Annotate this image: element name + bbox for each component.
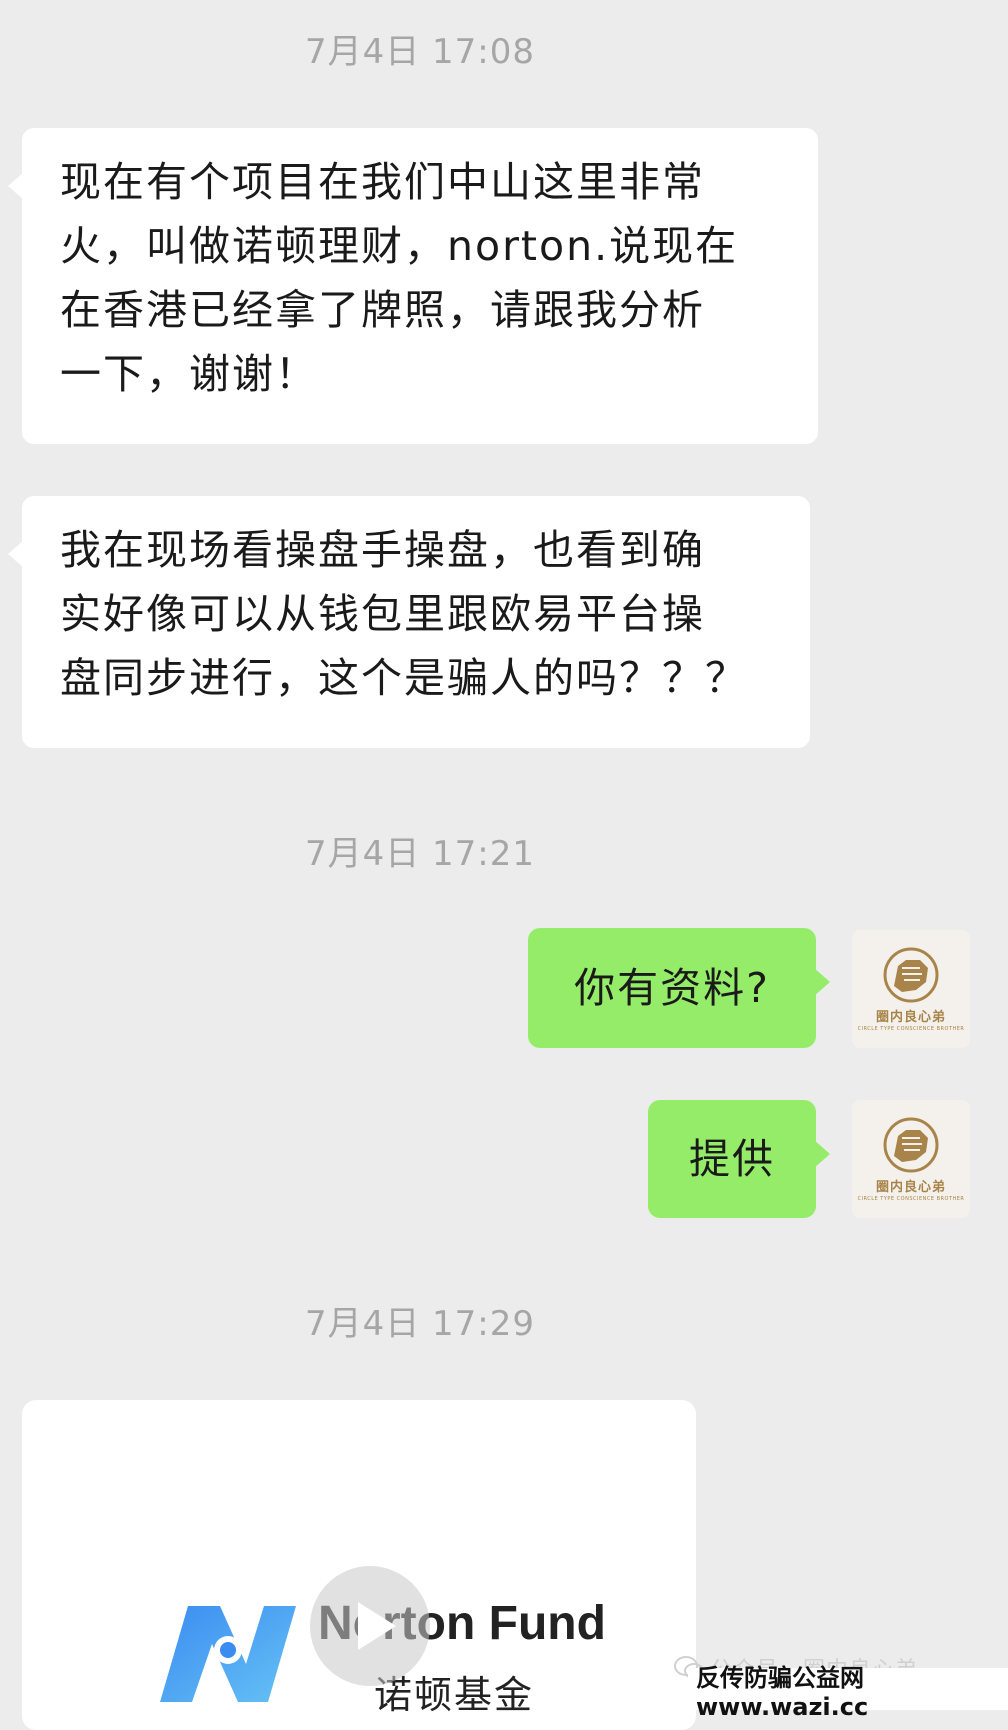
message-line: 火，叫做诺顿理财，norton.说现在 [60, 222, 739, 270]
avatar[interactable]: 圈内良心弟 CIRCLE TYPE CONSCIENCE BROTHER [852, 930, 970, 1048]
raised-fist-logo-icon [883, 947, 939, 1003]
norton-fund-logo-icon [160, 1606, 296, 1702]
bubble-tail [8, 172, 24, 200]
timestamp: 7月4日 17:21 [304, 834, 536, 874]
bubble-tail [814, 1140, 830, 1168]
video-message-card[interactable]: Norton Fund 诺顿基金 [22, 1400, 696, 1730]
avatar-subtitle: CIRCLE TYPE CONSCIENCE BROTHER [857, 1026, 965, 1032]
message-text: 提供 [689, 1135, 775, 1183]
timestamp: 7月4日 17:08 [304, 32, 536, 72]
outgoing-message-bubble[interactable]: 你有资料? [528, 928, 830, 1048]
play-icon [358, 1602, 396, 1650]
message-line: 盘同步进行，这个是骗人的吗？？？ [60, 654, 748, 702]
message-line: 我在现场看操盘手操盘，也看到确 [60, 526, 705, 574]
message-text: 你有资料? [574, 964, 770, 1012]
timestamp: 7月4日 17:29 [304, 1304, 536, 1344]
play-button[interactable] [310, 1566, 430, 1686]
avatar-name: 圈内良心弟 [875, 1010, 946, 1025]
message-line: 现在有个项目在我们中山这里非常 [60, 158, 705, 206]
avatar-name: 圈内良心弟 [875, 1180, 946, 1195]
avatar-subtitle: CIRCLE TYPE CONSCIENCE BROTHER [857, 1196, 965, 1202]
message-line: 在香港已经拿了牌照，请跟我分析 [60, 286, 705, 334]
bubble-tail [8, 540, 24, 568]
incoming-message-bubble[interactable]: 我在现场看操盘手操盘，也看到确 实好像可以从钱包里跟欧易平台操 盘同步进行，这个… [8, 496, 810, 748]
message-line: 一下，谢谢！ [60, 350, 318, 398]
avatar[interactable]: 圈内良心弟 CIRCLE TYPE CONSCIENCE BROTHER [852, 1100, 970, 1218]
raised-fist-logo-icon [883, 1117, 939, 1173]
site-watermark: 反传防骗公益网 www.wazi.cc [688, 1664, 1008, 1721]
bubble-tail [814, 968, 830, 996]
outgoing-message-bubble[interactable]: 提供 [648, 1100, 830, 1218]
message-line: 实好像可以从钱包里跟欧易平台操 [60, 590, 705, 638]
incoming-message-bubble[interactable]: 现在有个项目在我们中山这里非常 火，叫做诺顿理财，norton.说现在 在香港已… [8, 128, 818, 444]
